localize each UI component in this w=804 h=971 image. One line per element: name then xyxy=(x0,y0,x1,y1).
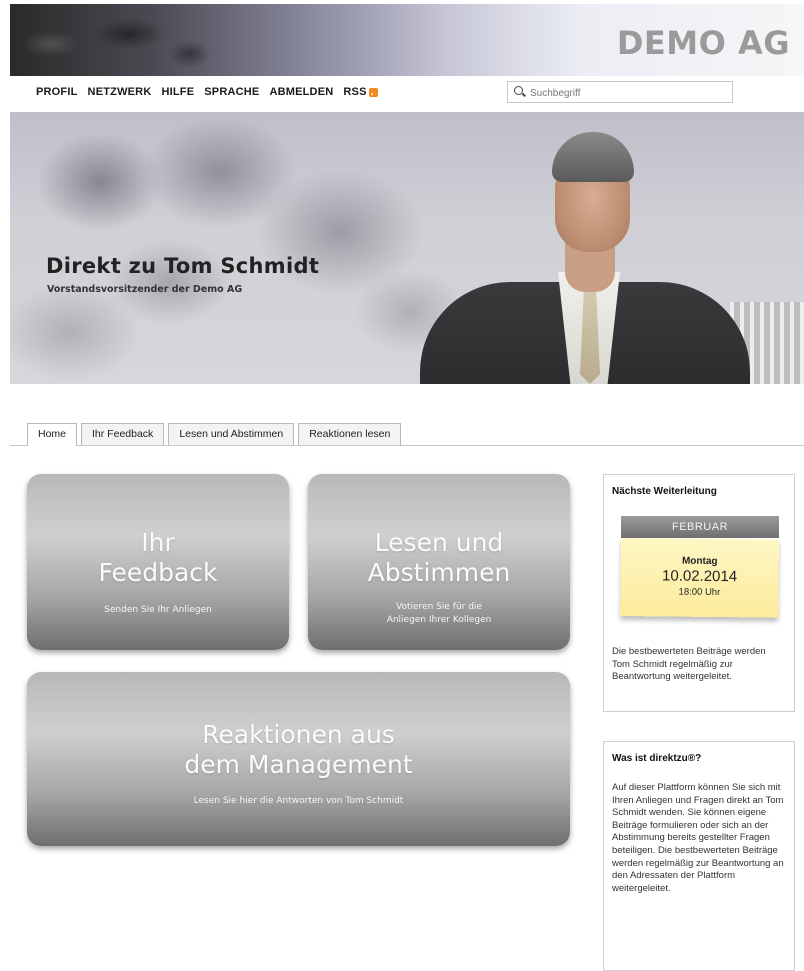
nav-profil[interactable]: PROFIL xyxy=(36,86,78,98)
calendar-month: FEBRUAR xyxy=(621,516,779,538)
nav-rss[interactable]: RSS xyxy=(343,86,378,98)
hero-banner: Direkt zu Tom Schmidt Vorstandsvorsitzen… xyxy=(10,112,804,384)
search-box[interactable] xyxy=(507,81,733,103)
calendar-time: 18:00 Uhr xyxy=(678,586,721,599)
tile-subtitle: Senden Sie Ihr Anliegen xyxy=(104,605,212,615)
company-logo[interactable]: DEMO AG xyxy=(617,24,790,62)
calendar-date: 10.02.2014 xyxy=(661,567,738,586)
tab-home[interactable]: Home xyxy=(27,423,78,446)
nav-netzwerk[interactable]: NETZWERK xyxy=(88,86,152,98)
nav-hilfe[interactable]: HILFE xyxy=(161,86,194,98)
tab-lesen-und-abstimmen[interactable]: Lesen und Abstimmen xyxy=(168,423,295,445)
tile-lesen-und-abstimmen[interactable]: Lesen und Abstimmen Votieren Sie für die… xyxy=(308,474,570,650)
nav-abmelden[interactable]: ABMELDEN xyxy=(269,86,333,98)
tile-title: Lesen und Abstimmen xyxy=(367,528,511,587)
rss-icon[interactable] xyxy=(368,87,378,97)
calendar-icon: FEBRUAR Montag 10.02.2014 18:00 Uhr xyxy=(620,516,779,620)
next-forwarding-title: Nächste Weiterleitung xyxy=(612,486,717,497)
about-title: Was ist direktzu®? xyxy=(612,753,702,764)
page: DEMO AG PROFIL NETZWERK HILFE SPRACHE AB… xyxy=(10,0,804,971)
hero-subtitle: Vorstandsvorsitzender der Demo AG xyxy=(47,284,243,295)
tile-title: Reaktionen aus dem Management xyxy=(184,720,413,779)
tile-subtitle: Votieren Sie für die Anliegen Ihrer Koll… xyxy=(386,602,492,625)
next-forwarding-text: Die bestbewerteten Beiträge werden Tom S… xyxy=(612,646,766,683)
main-nav: PROFIL NETZWERK HILFE SPRACHE ABMELDEN R… xyxy=(36,86,378,98)
header-foliage-image xyxy=(10,4,230,76)
top-navigation-bar: PROFIL NETZWERK HILFE SPRACHE ABMELDEN R… xyxy=(10,76,804,110)
portrait-hair xyxy=(552,132,634,182)
about-platform-box: Was ist direktzu®? Auf dieser Plattform … xyxy=(603,741,795,971)
executive-portrait-image xyxy=(410,112,804,384)
tab-reaktionen-lesen[interactable]: Reaktionen lesen xyxy=(298,423,402,445)
tab-ihr-feedback[interactable]: Ihr Feedback xyxy=(81,423,165,445)
hero-title: Direkt zu Tom Schmidt xyxy=(46,254,320,278)
tile-reaktionen-aus-dem-management[interactable]: Reaktionen aus dem Management Lesen Sie … xyxy=(27,672,570,846)
calendar-weekday: Montag xyxy=(681,555,718,568)
nav-rss-label[interactable]: RSS xyxy=(343,86,366,98)
tile-title: Ihr Feedback xyxy=(98,528,218,587)
header-banner: DEMO AG xyxy=(10,4,804,76)
search-input[interactable] xyxy=(528,84,728,102)
tile-subtitle: Lesen Sie hier die Antworten von Tom Sch… xyxy=(193,796,404,806)
tab-bar: Home Ihr Feedback Lesen und Abstimmen Re… xyxy=(27,423,402,446)
nav-sprache[interactable]: SPRACHE xyxy=(204,86,259,98)
about-text: Auf dieser Plattform können Sie sich mit… xyxy=(612,782,784,894)
next-forwarding-box: Nächste Weiterleitung FEBRUAR Montag 10.… xyxy=(603,474,795,712)
calendar-sheet: Montag 10.02.2014 18:00 Uhr xyxy=(620,538,779,618)
search-icon xyxy=(514,86,523,95)
tile-ihr-feedback[interactable]: Ihr Feedback Senden Sie Ihr Anliegen xyxy=(27,474,289,650)
